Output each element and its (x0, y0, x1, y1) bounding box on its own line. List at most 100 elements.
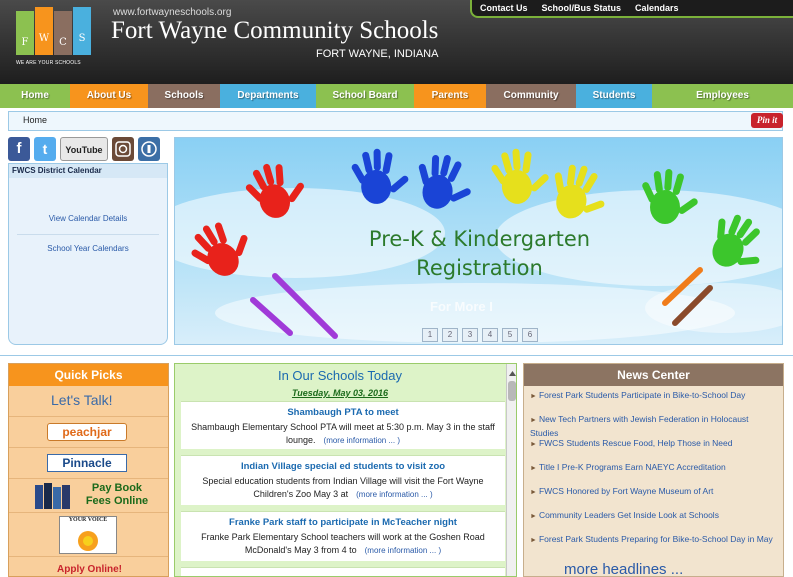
school-bus-status-link[interactable]: School/Bus Status (542, 3, 622, 13)
logo-tagline: WE ARE YOUR SCHOOLS (16, 60, 81, 66)
site-title: Fort Wayne Community Schools (111, 17, 439, 44)
story-body: Special education students from Indian V… (181, 475, 505, 501)
pinnacle-link[interactable]: Pinnacle (9, 448, 168, 479)
pinterest-pin-it-button[interactable]: Pin it (751, 113, 783, 128)
nav-parents[interactable]: Parents (414, 84, 486, 108)
scroll-up-arrow-icon[interactable] (507, 367, 517, 379)
banner-page-1[interactable]: 1 (422, 328, 438, 342)
facebook-icon[interactable]: f (8, 137, 30, 161)
registration-banner[interactable]: Pre-K & Kindergarten Registration For Mo… (174, 137, 783, 345)
apply-online-link[interactable]: Apply Online! (9, 564, 168, 575)
story-item: Indian Village special ed students to vi… (181, 455, 505, 505)
breadcrumb-home[interactable]: Home (23, 115, 47, 125)
site-header: F W C S WE ARE YOUR SCHOOLS www.fortwayn… (0, 0, 793, 84)
story-title[interactable]: Shambaugh PTA to meet (181, 407, 505, 418)
handprint-icon (418, 155, 471, 209)
view-calendar-details-link[interactable]: View Calendar Details (9, 214, 167, 223)
calendars-link[interactable]: Calendars (635, 3, 679, 13)
contact-us-link[interactable]: Contact Us (480, 3, 528, 13)
main-nav: Home About Us Schools Departments School… (0, 84, 793, 108)
nav-students[interactable]: Students (576, 84, 652, 108)
news-center-title: News Center (524, 364, 783, 386)
news-item[interactable]: ► Title I Pre-K Programs Earn NAEYC Accre… (530, 461, 778, 475)
schools-today-panel: In Our Schools Today Tuesday, May 03, 20… (174, 363, 517, 577)
banner-title: Pre-K & Kindergarten Registration (368, 227, 591, 280)
news-item[interactable]: ► Forest Park Students Preparing for Bike… (530, 533, 778, 547)
lets-talk-label: Let's Talk! (51, 392, 113, 408)
pay-book-fees-link[interactable]: Pay Book Fees Online (9, 479, 168, 513)
news-item[interactable]: ► New Tech Partners with Jewish Federatio… (530, 413, 778, 440)
story-body: Franke Park Elementary School teachers w… (181, 531, 505, 557)
nav-departments[interactable]: Departments (220, 84, 316, 108)
nav-employees[interactable]: Employees (652, 84, 793, 108)
story-item (181, 567, 505, 576)
instagram-glyph (115, 141, 131, 157)
peachjar-link[interactable]: peachjar (9, 417, 168, 448)
twitter-icon[interactable]: t (34, 137, 56, 161)
breadcrumb: Home (8, 111, 783, 131)
news-headline: Community Leaders Get Inside Look at Sch… (538, 510, 719, 520)
news-item[interactable]: ► FWCS Honored by Fort Wayne Museum of Ar… (530, 485, 778, 499)
story-title[interactable]: Indian Village special ed students to vi… (181, 461, 505, 472)
nav-community[interactable]: Community (486, 84, 576, 108)
quick-picks-panel: Quick Picks Let's Talk! peachjar Pinnacl… (8, 363, 169, 577)
story-text: Franke Park Elementary School teachers w… (201, 532, 485, 555)
schools-today-title: In Our Schools Today (277, 368, 403, 383)
more-information-link[interactable]: (more information ... ) (365, 546, 441, 555)
books-icon (35, 483, 70, 509)
banner-page-4[interactable]: 4 (482, 328, 498, 342)
news-headline: FWCS Honored by Fort Wayne Museum of Art (538, 486, 714, 496)
banner-page-3[interactable]: 3 (462, 328, 478, 342)
logo-letter-f: F (16, 11, 34, 55)
news-item[interactable]: ► FWCS Students Rescue Food, Help Those i… (530, 437, 778, 451)
bullet-arrow-icon: ► (530, 513, 537, 520)
nav-home[interactable]: Home (0, 84, 70, 108)
youtube-label: YouTube (65, 145, 103, 155)
social-icons: f t YouTube (8, 137, 168, 163)
news-center-panel: News Center ► Forest Park Students Partic… (523, 363, 784, 577)
story-text: Special education students from Indian V… (202, 476, 484, 499)
your-voice-link[interactable]: YOUR VOICE (9, 513, 168, 557)
banner-more-info: For More I (430, 299, 493, 314)
instagram-icon[interactable] (112, 137, 134, 161)
pinterest-icon[interactable] (138, 137, 160, 161)
bullet-arrow-icon: ► (530, 465, 537, 472)
banner-page-5[interactable]: 5 (502, 328, 518, 342)
story-body: Shambaugh Elementary School PTA will mee… (181, 421, 505, 447)
news-item[interactable]: ► Community Leaders Get Inside Look at Sc… (530, 509, 778, 523)
bullet-arrow-icon: ► (530, 393, 537, 400)
news-headline: New Tech Partners with Jewish Federation… (530, 414, 749, 438)
logo-letter-s: S (73, 7, 91, 55)
nav-school-board[interactable]: School Board (316, 84, 414, 108)
school-year-calendars-link[interactable]: School Year Calendars (9, 244, 167, 253)
schools-today-scrollbar[interactable] (506, 364, 517, 576)
calendar-title: FWCS District Calendar (9, 164, 167, 178)
story-title[interactable]: Franke Park staff to participate in McTe… (181, 517, 505, 528)
handprint-icon (491, 148, 549, 204)
more-information-link[interactable]: (more information ... ) (356, 490, 432, 499)
fees-online-label: Fees Online (85, 495, 149, 507)
news-headline: FWCS Students Rescue Food, Help Those in… (538, 438, 733, 448)
scrollbar-thumb[interactable] (508, 381, 516, 401)
your-voice-badge: YOUR VOICE (59, 516, 117, 554)
banner-page-2[interactable]: 2 (442, 328, 458, 342)
peachjar-label: peachjar (47, 423, 127, 441)
banner-page-6[interactable]: 6 (522, 328, 538, 342)
nav-about-us[interactable]: About Us (70, 84, 148, 108)
lets-talk-link[interactable]: Let's Talk! (9, 386, 168, 417)
youtube-icon[interactable]: YouTube (60, 137, 108, 161)
bullet-arrow-icon: ► (530, 441, 537, 448)
story-item: Franke Park staff to participate in McTe… (181, 511, 505, 561)
news-item[interactable]: ► Forest Park Students Participate in Bik… (530, 389, 778, 403)
story-item: Shambaugh PTA to meet Shambaugh Elementa… (181, 401, 505, 449)
more-headlines-link[interactable]: more headlines ... (564, 561, 683, 576)
nav-schools[interactable]: Schools (148, 84, 220, 108)
logo-letter-w: W (35, 7, 53, 55)
more-information-link[interactable]: (more information ... ) (324, 436, 400, 445)
banner-pager: 1 2 3 4 5 6 (422, 328, 538, 342)
sunburst-icon (78, 531, 98, 551)
top-links: Contact Us School/Bus Status Calendars (470, 0, 793, 18)
fwcs-logo[interactable]: F W C S WE ARE YOUR SCHOOLS (12, 7, 98, 67)
calendar-divider (17, 234, 159, 235)
news-headline: Forest Park Students Preparing for Bike-… (538, 534, 773, 544)
